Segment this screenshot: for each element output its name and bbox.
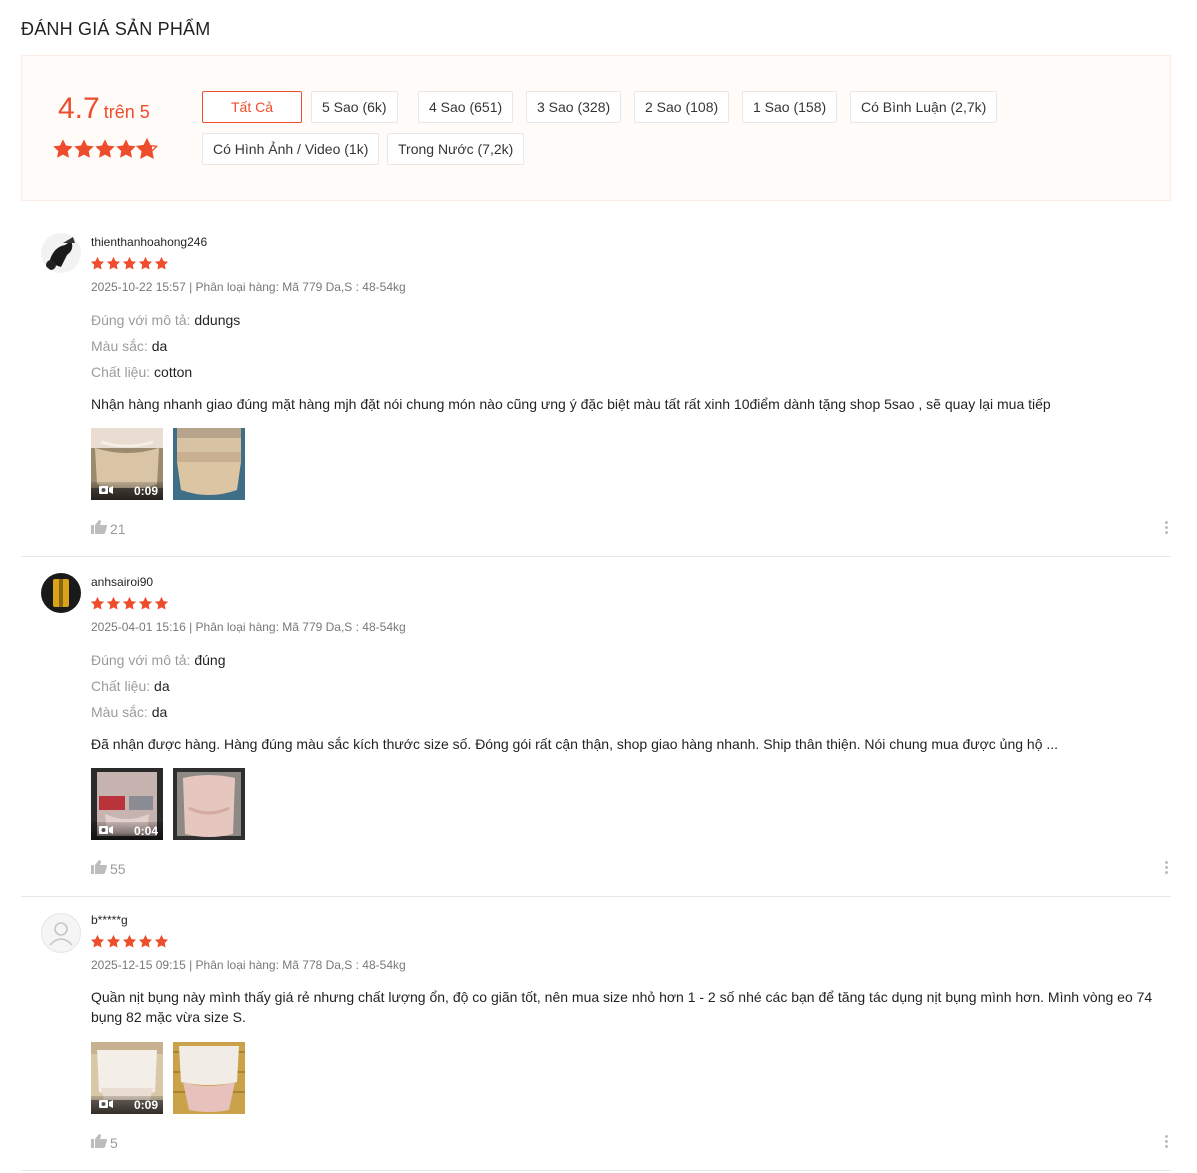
review-attribute: Đúng với mô tả: đúng bbox=[91, 652, 226, 668]
review-video-thumbnail[interactable]: 0:09 bbox=[91, 428, 163, 500]
avatar[interactable] bbox=[41, 573, 81, 613]
review-comment: Nhận hàng nhanh giao đúng mặt hàng mjh đ… bbox=[91, 396, 1051, 412]
review-attribute: Màu sắc: da bbox=[91, 704, 167, 720]
video-duration: 0:09 bbox=[133, 484, 158, 498]
review-video-thumbnail[interactable]: 0:04 bbox=[91, 768, 163, 840]
star-icon bbox=[90, 256, 105, 270]
filter-domestic-button[interactable]: Trong Nước (7,2k) bbox=[387, 133, 525, 165]
like-button[interactable]: 21 bbox=[91, 520, 126, 537]
star-icon bbox=[122, 934, 137, 948]
attribute-key: Đúng với mô tả: bbox=[91, 312, 191, 328]
rating-score: 4.7 trên 5 bbox=[58, 92, 150, 126]
video-camera-icon bbox=[99, 485, 113, 495]
rating-value: 4.7 bbox=[58, 92, 100, 125]
filter-5-star-button[interactable]: 5 Sao (6k) bbox=[311, 91, 398, 123]
star-icon bbox=[122, 256, 137, 270]
star-icon bbox=[138, 256, 153, 270]
more-options-icon[interactable] bbox=[1161, 1133, 1171, 1151]
rating-stars bbox=[52, 138, 158, 163]
review-meta: 2025-10-22 15:57 | Phân loại hàng: Mã 77… bbox=[91, 280, 406, 294]
star-icon bbox=[106, 596, 121, 610]
filter-4-star-button[interactable]: 4 Sao (651) bbox=[418, 91, 514, 123]
attribute-key: Chất liệu: bbox=[91, 678, 151, 694]
star-icon bbox=[74, 139, 94, 158]
filter-with-comment-button[interactable]: Có Bình Luận (2,7k) bbox=[850, 91, 998, 123]
like-count: 55 bbox=[110, 860, 126, 877]
avatar[interactable] bbox=[41, 913, 81, 953]
like-button[interactable]: 55 bbox=[91, 860, 126, 877]
review-meta: 2025-04-01 15:16 | Phân loại hàng: Mã 77… bbox=[91, 620, 406, 634]
star-icon bbox=[154, 596, 169, 610]
video-badge: 0:09 bbox=[91, 1096, 163, 1114]
star-icon bbox=[138, 934, 153, 948]
review-attribute: Màu sắc: da bbox=[91, 338, 167, 354]
attribute-key: Đúng với mô tả: bbox=[91, 652, 191, 668]
review-comment: Quần nịt bụng này mình thấy giá rẻ nhưng… bbox=[91, 989, 1153, 1025]
avatar[interactable] bbox=[41, 233, 81, 273]
more-options-icon[interactable] bbox=[1161, 859, 1171, 877]
star-icon bbox=[90, 596, 105, 610]
star-icon bbox=[138, 596, 153, 610]
attribute-key: Chất liệu: bbox=[91, 364, 151, 380]
attribute-value: da bbox=[151, 338, 168, 354]
filter-3-star-button[interactable]: 3 Sao (328) bbox=[526, 91, 622, 123]
review-attribute: Chất liệu: da bbox=[91, 678, 170, 694]
review-item: thienthanhoahong246 2025-10-22 15:57 | P… bbox=[21, 216, 1171, 557]
like-count: 21 bbox=[110, 520, 126, 537]
filter-2-star-button[interactable]: 2 Sao (108) bbox=[634, 91, 730, 123]
filter-all-button[interactable]: Tất Cả bbox=[202, 91, 302, 123]
review-attribute: Đúng với mô tả: ddungs bbox=[91, 312, 240, 328]
thumbs-up-icon bbox=[91, 1134, 107, 1151]
partial-star-icon bbox=[136, 138, 158, 159]
attribute-key: Màu sắc: bbox=[91, 338, 148, 354]
video-badge: 0:04 bbox=[91, 822, 163, 840]
reviewer-username: thienthanhoahong246 bbox=[91, 235, 208, 249]
review-image-thumbnail[interactable] bbox=[173, 768, 245, 840]
reviewer-username: anhsairoi90 bbox=[91, 575, 154, 589]
star-icon bbox=[122, 596, 137, 610]
star-icon bbox=[154, 256, 169, 270]
review-stars bbox=[90, 256, 170, 274]
review-image-thumbnail[interactable] bbox=[173, 428, 245, 500]
video-camera-icon bbox=[99, 825, 113, 835]
attribute-value: da bbox=[154, 678, 170, 694]
more-options-icon[interactable] bbox=[1161, 519, 1171, 537]
video-camera-icon bbox=[99, 1099, 113, 1109]
thumbs-up-icon bbox=[91, 520, 107, 537]
video-duration: 0:04 bbox=[133, 824, 158, 838]
review-meta: 2025-12-15 09:15 | Phân loại hàng: Mã 77… bbox=[91, 958, 406, 972]
attribute-key: Màu sắc: bbox=[91, 704, 148, 720]
review-video-thumbnail[interactable]: 0:09 bbox=[91, 1042, 163, 1114]
reviewer-username: b*****g bbox=[91, 913, 128, 927]
filter-1-star-button[interactable]: 1 Sao (158) bbox=[742, 91, 838, 123]
attribute-value: da bbox=[151, 704, 168, 720]
rating-suffix: trên 5 bbox=[103, 102, 150, 122]
user-placeholder-icon bbox=[49, 922, 73, 946]
review-stars bbox=[90, 934, 170, 952]
page-title: ĐÁNH GIÁ SẢN PHẨM bbox=[21, 19, 211, 39]
star-icon bbox=[53, 139, 73, 158]
attribute-value: ddungs bbox=[194, 312, 241, 328]
filter-with-media-button[interactable]: Có Hình Ảnh / Video (1k) bbox=[202, 133, 380, 165]
star-icon bbox=[106, 256, 121, 270]
review-image-thumbnail[interactable] bbox=[173, 1042, 245, 1114]
thumbs-up-icon bbox=[91, 860, 107, 877]
review-item: anhsairoi90 2025-04-01 15:16 | Phân loại… bbox=[21, 557, 1171, 897]
star-icon bbox=[90, 934, 105, 948]
attribute-value: cotton bbox=[154, 364, 193, 380]
rating-overview: 4.7 trên 5 Tất Cả 5 Sao (6k) 4 Sao (651) … bbox=[21, 55, 1171, 201]
star-icon bbox=[116, 139, 136, 158]
review-attribute: Chất liệu: cotton bbox=[91, 364, 192, 380]
star-icon bbox=[95, 139, 115, 158]
review-comment: Đã nhận được hàng. Hàng đúng màu sắc kíc… bbox=[91, 736, 1059, 752]
star-icon bbox=[106, 934, 121, 948]
star-icon bbox=[154, 934, 169, 948]
like-count: 5 bbox=[110, 1134, 118, 1151]
like-button[interactable]: 5 bbox=[91, 1134, 118, 1151]
attribute-value: đúng bbox=[194, 652, 226, 668]
video-badge: 0:09 bbox=[91, 482, 163, 500]
review-item: b*****g 2025-12-15 09:15 | Phân loại hàn… bbox=[21, 897, 1171, 1171]
video-duration: 0:09 bbox=[133, 1098, 158, 1112]
review-stars bbox=[90, 596, 170, 614]
